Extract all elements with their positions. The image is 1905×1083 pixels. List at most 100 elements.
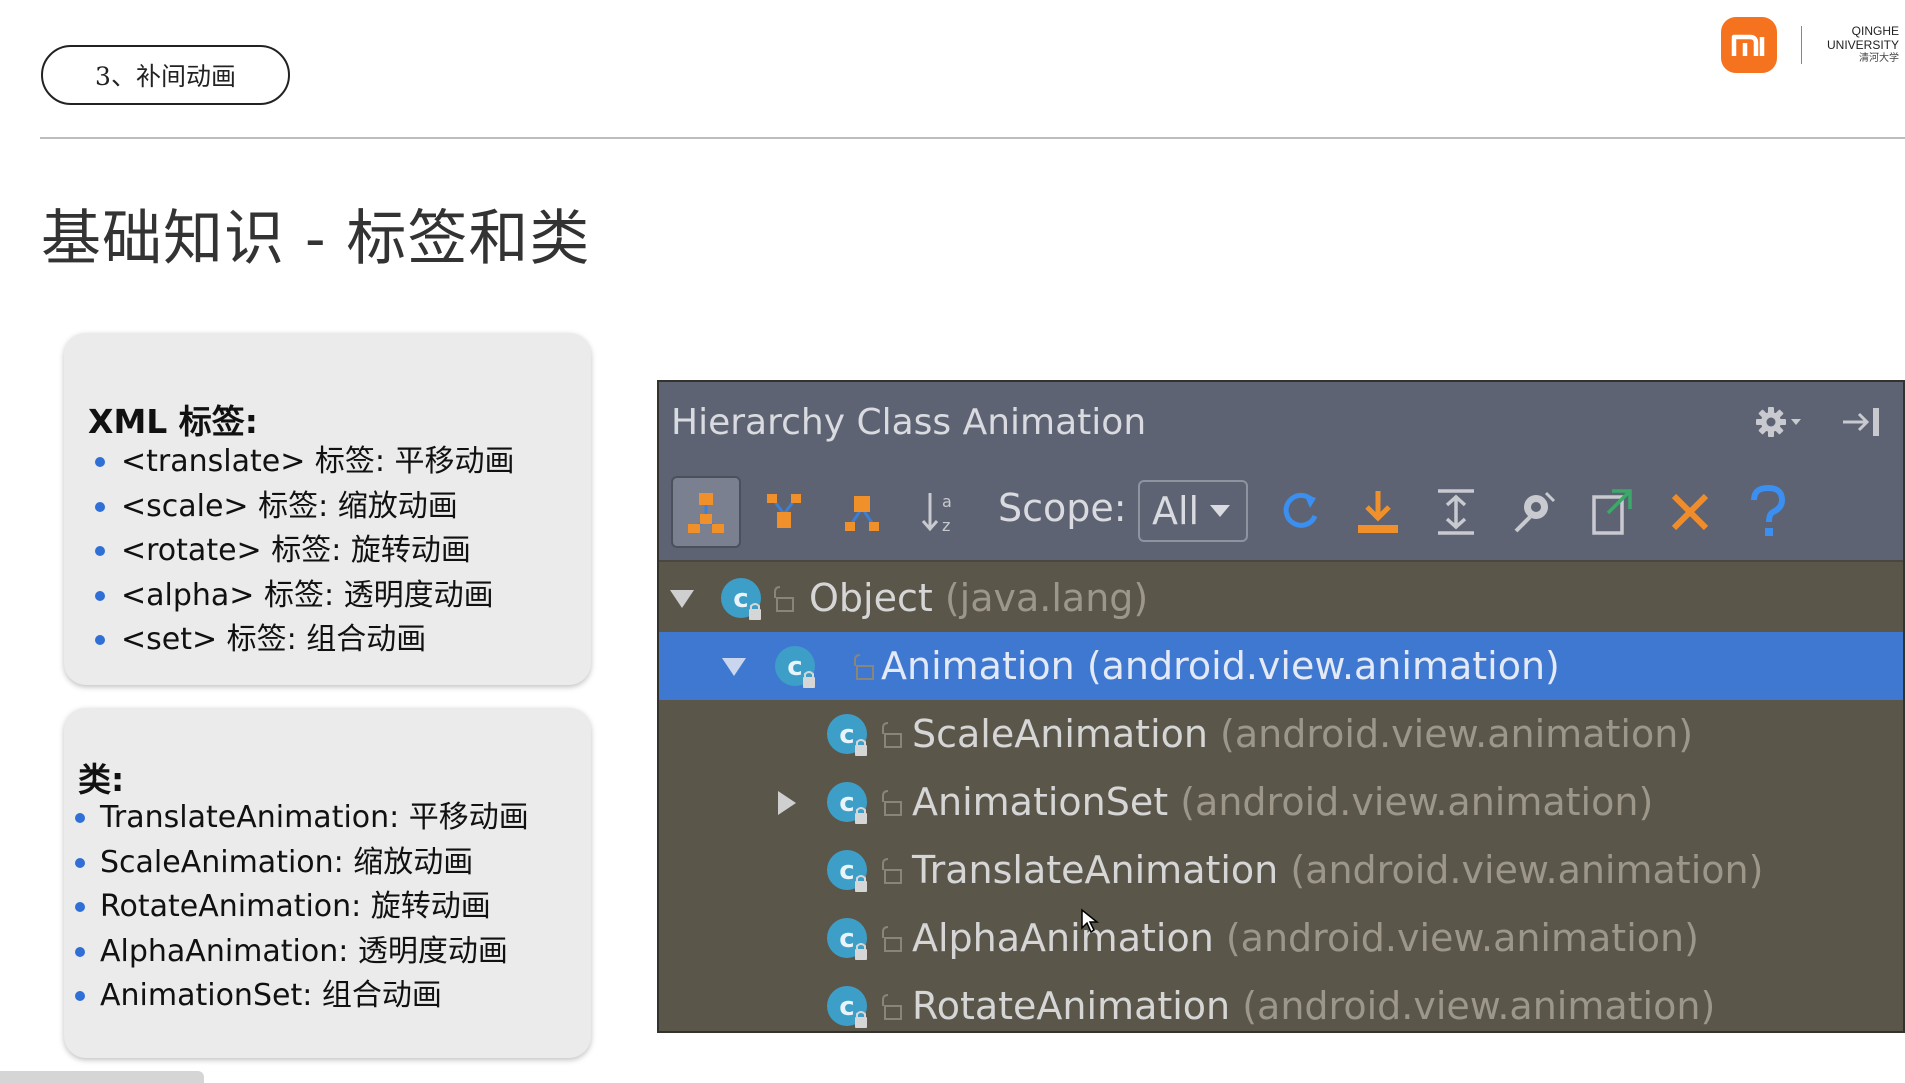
- package-name: (android.view.animation): [1230, 984, 1716, 1028]
- gear-icon[interactable]: [1753, 404, 1803, 440]
- tree-row[interactable]: c ScaleAnimation (android.view.animation): [659, 700, 1903, 768]
- list-item: <scale> 标签: 缩放动画: [95, 485, 515, 530]
- package-name: (android.view.animation): [1278, 848, 1764, 892]
- tree-row-label: AlphaAnimation (android.view.animation): [912, 914, 1699, 962]
- university-name-cn: 清河大学: [1859, 53, 1899, 64]
- open-in-new-icon[interactable]: [1577, 476, 1647, 548]
- university-name-line2: UNIVERSITY: [1826, 38, 1899, 52]
- xml-tags-heading: XML 标签:: [88, 402, 258, 441]
- logo-divider: [1801, 26, 1802, 64]
- page-title: 基础知识 - 标签和类: [41, 204, 591, 274]
- svg-text:a: a: [942, 492, 952, 511]
- visibility-icon: [882, 926, 902, 952]
- svg-text:c: c: [787, 652, 802, 682]
- list-item: TranslateAnimation: 平移动画: [75, 796, 529, 841]
- close-icon[interactable]: [1655, 476, 1725, 548]
- svg-text:z: z: [942, 516, 950, 535]
- panel-header: Hierarchy Class Animation: [659, 382, 1903, 462]
- visibility-icon: [882, 858, 902, 884]
- chevron-down-icon: [1210, 505, 1231, 517]
- expanded-arrow-icon[interactable]: [667, 584, 697, 614]
- list-item: <alpha> 标签: 透明度动画: [95, 574, 515, 619]
- class-icon: c: [827, 986, 867, 1028]
- class-name: ScaleAnimation: [912, 712, 1208, 756]
- university-logo: QINGHE UNIVERSITY 清河大学: [1815, 24, 1899, 66]
- xml-tags-box: XML 标签: <translate> 标签: 平移动画 <scale> 标签:…: [64, 333, 591, 685]
- list-item: <translate> 标签: 平移动画: [95, 440, 515, 485]
- tree-row-label: Animation (android.view.animation): [881, 642, 1560, 690]
- svg-text:c: c: [839, 856, 854, 886]
- package-name: (java.lang): [932, 576, 1149, 620]
- tree-row[interactable]: c Object (java.lang): [659, 564, 1903, 632]
- class-icon: c: [775, 646, 815, 688]
- visibility-icon: [882, 790, 902, 816]
- hierarchy-tree: c Object (java.lang) c Animation (android.v…: [659, 564, 1903, 1031]
- panel-title: Hierarchy Class Animation: [671, 402, 1147, 443]
- collapsed-arrow-icon[interactable]: [771, 788, 801, 818]
- tree-row-label: RotateAnimation (android.view.animation): [912, 982, 1715, 1030]
- classes-box: 类: TranslateAnimation: 平移动画 ScaleAnimati…: [64, 708, 591, 1058]
- list-item: AlphaAnimation: 透明度动画: [75, 930, 529, 975]
- refresh-icon[interactable]: [1265, 476, 1335, 548]
- svg-text:c: c: [733, 584, 748, 614]
- autoscroll-icon[interactable]: [1499, 476, 1569, 548]
- tree-row[interactable]: c TranslateAnimation (android.view.animat…: [659, 836, 1903, 904]
- sort-alpha-icon[interactable]: a z: [905, 476, 975, 548]
- university-name-line1: QINGHE: [1851, 24, 1899, 38]
- tree-row[interactable]: c AnimationSet (android.view.animation): [659, 768, 1903, 836]
- tree-row-label: TranslateAnimation (android.view.animati…: [912, 846, 1763, 894]
- visibility-icon: [774, 586, 794, 612]
- list-item: AnimationSet: 组合动画: [75, 974, 529, 1019]
- class-icon: c: [827, 918, 867, 960]
- package-name: (android.view.animation): [1168, 780, 1654, 824]
- class-icon: c: [721, 578, 761, 620]
- package-name: (android.view.animation): [1074, 644, 1560, 688]
- expand-all-icon[interactable]: [1421, 476, 1491, 548]
- hierarchy-panel: Hierarchy Class Animation a z Scope: All…: [657, 380, 1905, 1033]
- class-name: AnimationSet: [912, 780, 1169, 824]
- class-name: Object: [809, 576, 933, 620]
- slide-footer-bar: [0, 1071, 204, 1083]
- hide-panel-icon[interactable]: [1839, 404, 1887, 440]
- export-icon[interactable]: [1343, 476, 1413, 548]
- class-name: RotateAnimation: [912, 984, 1231, 1028]
- subtypes-icon[interactable]: [827, 476, 897, 548]
- class-icon: c: [827, 782, 867, 824]
- mi-logo: [1721, 17, 1777, 73]
- scope-label: Scope:: [998, 486, 1127, 530]
- mouse-cursor-icon: [1081, 908, 1100, 934]
- visibility-icon: [882, 722, 902, 748]
- list-item: <set> 标签: 组合动画: [95, 618, 515, 663]
- scope-value: All: [1152, 489, 1200, 533]
- visibility-icon: [854, 654, 874, 680]
- section-label: 3、补间动画: [41, 45, 290, 105]
- svg-text:c: c: [839, 992, 854, 1022]
- visibility-icon: [882, 994, 902, 1020]
- list-item: <rotate> 标签: 旋转动画: [95, 529, 515, 574]
- class-name: AlphaAnimation: [912, 916, 1214, 960]
- package-name: (android.view.animation): [1207, 712, 1694, 756]
- package-name: (android.view.animation): [1213, 916, 1699, 960]
- expanded-arrow-icon[interactable]: [719, 652, 749, 682]
- xml-tags-list: <translate> 标签: 平移动画 <scale> 标签: 缩放动画 <r…: [95, 440, 515, 663]
- class-hierarchy-icon[interactable]: [671, 476, 741, 548]
- tree-row-label: Object (java.lang): [809, 574, 1148, 622]
- tree-row-label: ScaleAnimation (android.view.animation): [912, 710, 1693, 758]
- svg-text:c: c: [839, 924, 854, 954]
- class-name: Animation: [881, 644, 1075, 688]
- tree-row[interactable]: c RotateAnimation (android.view.animation…: [659, 972, 1903, 1031]
- help-icon[interactable]: [1733, 476, 1803, 548]
- tree-row[interactable]: c Animation (android.view.animation): [659, 632, 1903, 700]
- header-divider: [40, 137, 1905, 139]
- classes-list: TranslateAnimation: 平移动画 ScaleAnimation:…: [75, 796, 529, 1019]
- class-icon: c: [827, 714, 867, 756]
- class-icon: c: [827, 850, 867, 892]
- svg-text:c: c: [839, 788, 854, 818]
- class-name: TranslateAnimation: [912, 848, 1279, 892]
- supertypes-icon[interactable]: [749, 476, 819, 548]
- mi-logo-icon: [1731, 34, 1765, 56]
- scope-dropdown[interactable]: All: [1138, 480, 1248, 542]
- tree-row[interactable]: c AlphaAnimation (android.view.animation): [659, 904, 1903, 972]
- list-item: ScaleAnimation: 缩放动画: [75, 841, 529, 886]
- list-item: RotateAnimation: 旋转动画: [75, 885, 529, 930]
